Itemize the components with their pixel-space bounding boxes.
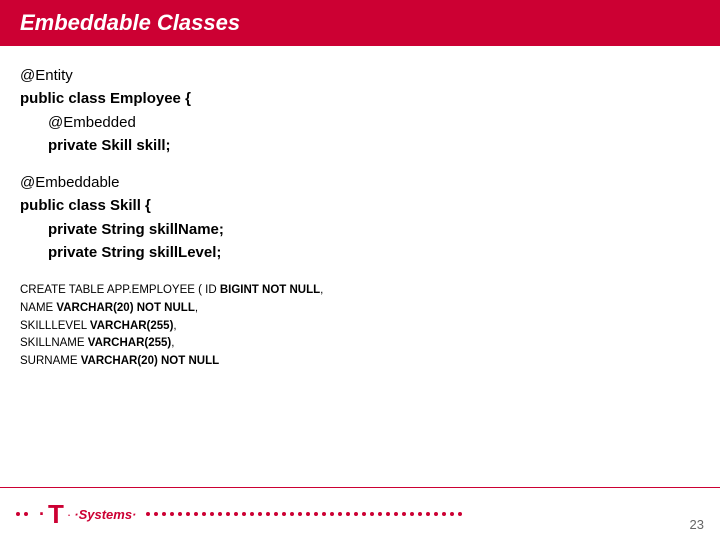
sql-skillname-label: SKILLNAME (20, 337, 88, 349)
sql-bigint: BIGINT NOT NULL (220, 284, 320, 296)
sql-skilllevel-label: SKILLLEVEL (20, 320, 90, 332)
code-line-3: @Embedded (20, 111, 700, 134)
code-line-7: public class Skill { (20, 194, 700, 217)
sql-surname-label: SURNAME (20, 355, 81, 367)
sql-comma3: , (173, 320, 176, 332)
sql-comma4: , (171, 337, 174, 349)
sql-name-label: NAME (20, 302, 56, 314)
empty-line-1 (20, 157, 700, 171)
sql-name-type: VARCHAR(20) NOT NULL (56, 302, 194, 314)
dot-2 (24, 512, 28, 516)
t-systems-logo: · T · ·Systems· (36, 501, 136, 527)
sql-comma1: , (320, 284, 323, 296)
code-line-4: private Skill skill; (20, 134, 700, 157)
code-line-2: public class Employee { (20, 87, 700, 110)
slide: Embeddable Classes @Entity public class … (0, 0, 720, 540)
footer-dots-right (146, 512, 462, 516)
code-private-skill: private Skill skill; (48, 134, 171, 157)
code-block: @Entity public class Employee { @Embedde… (20, 64, 700, 264)
t-letter: T (48, 501, 64, 527)
slide-title: Embeddable Classes (20, 10, 240, 35)
code-line-1: @Entity (20, 64, 700, 87)
main-content: @Entity public class Employee { @Embedde… (0, 46, 720, 381)
systems-label: ·Systems· (74, 507, 136, 522)
footer: · T · ·Systems· (0, 488, 720, 540)
code-line-6: @Embeddable (20, 171, 700, 194)
code-skilllevel: private String skillLevel; (48, 241, 221, 264)
footer-dots-left: · T · ·Systems· (16, 501, 462, 527)
title-bar: Embeddable Classes (0, 0, 720, 46)
sql-surname-type: VARCHAR(20) NOT NULL (81, 355, 219, 367)
page-number: 23 (690, 517, 704, 532)
sql-line-1: CREATE TABLE APP.EMPLOYEE ( ID BIGINT NO… (20, 282, 700, 300)
sql-skilllevel-type: VARCHAR(255) (90, 320, 174, 332)
sql-line-5: SURNAME VARCHAR(20) NOT NULL (20, 353, 700, 371)
sql-line-4: SKILLNAME VARCHAR(255), (20, 335, 700, 353)
sql-skillname-type: VARCHAR(255) (88, 337, 172, 349)
code-line-9: private String skillLevel; (20, 241, 700, 264)
code-line-8: private String skillName; (20, 218, 700, 241)
code-skillname: private String skillName; (48, 218, 224, 241)
sql-line-3: SKILLLEVEL VARCHAR(255), (20, 318, 700, 336)
dot-1 (16, 512, 20, 516)
sql-line-2: NAME VARCHAR(20) NOT NULL, (20, 300, 700, 318)
code-embedded: @Embedded (48, 111, 136, 134)
sql-create: CREATE TABLE APP.EMPLOYEE ( ID (20, 284, 220, 296)
sql-comma2: , (195, 302, 198, 314)
sql-block: CREATE TABLE APP.EMPLOYEE ( ID BIGINT NO… (20, 282, 700, 371)
